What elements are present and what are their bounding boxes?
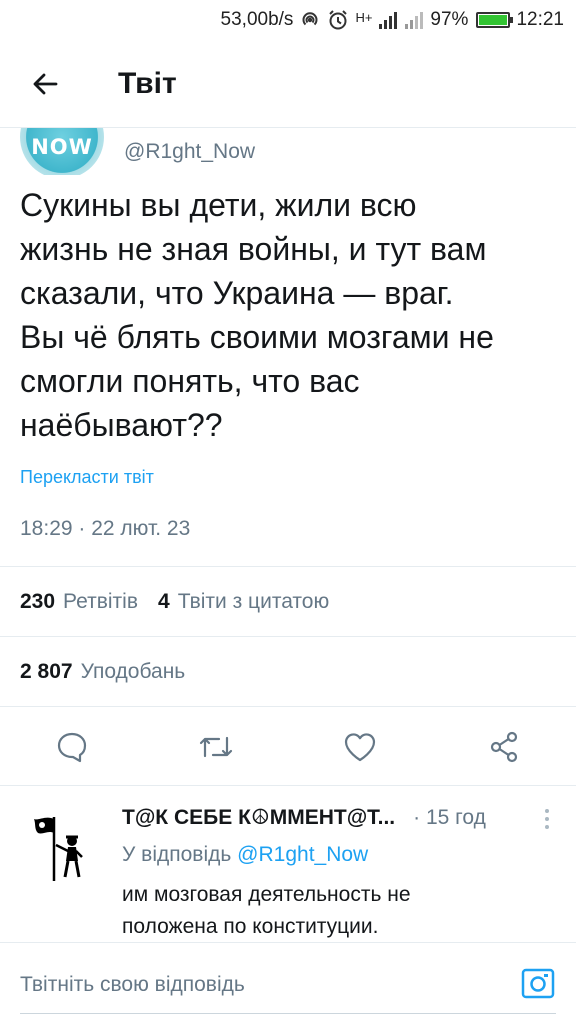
avatar[interactable]	[16, 803, 100, 887]
network-speed: 53,00b/s	[220, 9, 294, 30]
pirate-figure-icon	[34, 817, 83, 881]
signal-icon	[404, 10, 424, 30]
likes-count: 2 807	[20, 659, 73, 683]
likes-stat[interactable]: 2 807 Уподобань	[20, 660, 205, 684]
tweet-text: Сукины вы дети, жили всю жизнь не зная в…	[20, 187, 494, 443]
tweet-timestamp: 18:29 · 22 лют. 23	[20, 517, 191, 540]
signal-icon	[378, 10, 398, 30]
clock: 12:21	[516, 9, 564, 30]
status-bar: 53,00b/s H+ 97% 12:21	[0, 0, 576, 40]
retweet-icon	[199, 736, 233, 758]
retweet-stats-row: 230 Ретвітів 4 Твіти з цитатою	[0, 566, 576, 636]
translate-tweet-link[interactable]: Перекласти твіт	[20, 467, 154, 488]
reply-button[interactable]	[52, 727, 92, 767]
alarm-icon	[327, 9, 349, 31]
likes-label: Уподобань	[80, 659, 186, 683]
quotes-stat[interactable]: 4 Твіти з цитатою	[158, 590, 349, 614]
battery-percent: 97%	[430, 9, 469, 30]
reply-header: Т@К СЕБЕ К☮ММЕНТ@Т... · 15 год	[122, 805, 542, 830]
retweets-count: 230	[20, 589, 56, 613]
camera-icon	[521, 968, 555, 999]
quotes-count: 4	[158, 589, 170, 613]
reply-time: · 15 год	[413, 806, 486, 829]
reply-tweet[interactable]: Т@К СЕБЕ К☮ММЕНТ@Т... · 15 год У відпові…	[0, 787, 576, 942]
like-button[interactable]	[340, 727, 380, 767]
like-icon	[344, 733, 376, 762]
camera-button[interactable]	[520, 965, 556, 1001]
replying-to-mention[interactable]: @R1ght_Now	[237, 843, 368, 866]
battery-level-fill	[479, 15, 507, 25]
app-bar: Твіт	[0, 40, 576, 128]
reply-icon	[57, 732, 87, 763]
tweet-action-bar	[0, 706, 576, 786]
quotes-label: Твіти з цитатою	[177, 589, 330, 613]
avatar-logo-text: NOW	[31, 135, 93, 159]
network-type: H+	[355, 10, 373, 25]
battery-icon	[476, 12, 514, 28]
hotspot-icon	[299, 9, 321, 31]
replying-to: У відповідь @R1ght_Now	[122, 843, 368, 867]
reply-text: им мозговая деятельность не положена по …	[122, 883, 411, 938]
more-options-button[interactable]	[540, 807, 554, 831]
back-button[interactable]	[0, 40, 90, 128]
share-button[interactable]	[484, 727, 524, 767]
likes-stats-row: 2 807 Уподобань	[0, 636, 576, 706]
reply-input[interactable]	[20, 967, 490, 1003]
retweet-button[interactable]	[196, 727, 236, 767]
retweets-label: Ретвітів	[63, 589, 138, 613]
more-vertical-icon	[545, 809, 549, 829]
share-icon	[490, 731, 518, 763]
arrow-left-icon	[33, 73, 58, 94]
page-title: Твіт	[118, 66, 177, 100]
retweets-stat[interactable]: 230 Ретвітів	[20, 590, 158, 614]
reply-compose-bar	[0, 942, 576, 1024]
replying-to-label: У відповідь	[122, 843, 232, 866]
author-handle[interactable]: @R1ght_Now	[124, 140, 255, 164]
reply-author-name[interactable]: Т@К СЕБЕ К☮ММЕНТ@Т...	[122, 805, 395, 830]
divider	[20, 1013, 556, 1014]
